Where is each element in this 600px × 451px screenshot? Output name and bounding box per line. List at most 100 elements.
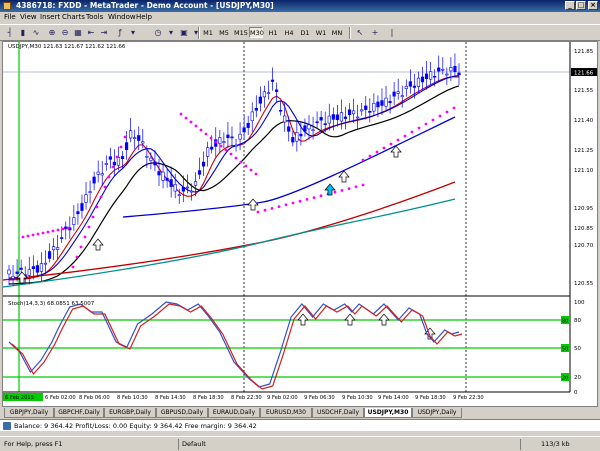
time-label: 9 Feb 02:00: [267, 395, 298, 401]
tab-euraud-daily[interactable]: EURAUD,Daily: [208, 408, 260, 418]
maximize-icon[interactable]: □: [576, 1, 586, 10]
parabolic-sar-dot: [305, 198, 309, 201]
vertical-line-icon[interactable]: |: [386, 27, 398, 38]
candle-body: [347, 109, 352, 116]
tab-usdjpy-m30[interactable]: USDJPY,M30: [364, 408, 412, 418]
minimize-icon[interactable]: _: [565, 1, 575, 10]
crosshair-icon[interactable]: +: [369, 27, 381, 38]
menu-insert[interactable]: Insert: [40, 13, 60, 21]
candle-body: [360, 109, 364, 112]
tab-gbpusd-daily[interactable]: GBPUSD,Daily: [156, 408, 208, 418]
candle-body: [238, 133, 242, 140]
menu-tools[interactable]: Tools: [86, 13, 103, 21]
menu-charts[interactable]: Charts: [62, 13, 85, 21]
stochastic-scale-label: 20: [574, 375, 581, 381]
timeframe-mn[interactable]: MN: [330, 27, 344, 38]
menu-file[interactable]: File: [4, 13, 16, 21]
templates-icon[interactable]: ▣: [178, 27, 190, 38]
tab-eurusd-m30[interactable]: EURUSD,M30: [260, 408, 312, 418]
ma-teal-line: [3, 198, 456, 288]
candle-body: [161, 171, 165, 181]
periods-dropdown-icon[interactable]: ▾: [165, 27, 177, 38]
parabolic-sar-dot: [71, 265, 75, 269]
candle-body: [218, 137, 222, 144]
candle-body: [335, 114, 339, 121]
autoscroll-icon[interactable]: ⇥: [98, 27, 110, 38]
parabolic-sar-dot: [224, 148, 228, 152]
chart-shift-icon[interactable]: ⇤: [85, 27, 97, 38]
menu-view[interactable]: View: [20, 13, 37, 21]
tab-usdjpy-daily[interactable]: USDJPY,Daily: [412, 408, 462, 418]
parabolic-sar-dot: [21, 235, 25, 239]
candle-body: [88, 191, 92, 193]
timeframe-m30[interactable]: M30: [249, 27, 264, 38]
chart-window[interactable]: 121.85 121.55 121.40 121.25 121.10 120.95 120.…: [2, 41, 598, 407]
line-chart-icon[interactable]: ∿: [30, 27, 42, 38]
candle-body: [299, 133, 303, 137]
account-icon: [3, 422, 11, 430]
tab-usdchf-daily[interactable]: USDCHF,Daily: [312, 408, 364, 418]
time-label: 6 Feb 2015: [5, 395, 34, 401]
timeframe-w1[interactable]: W1: [314, 27, 328, 38]
parabolic-sar-dot: [95, 205, 99, 209]
account-summary: Balance: 9 364.42 Profit/Loss: 0.00 Equi…: [14, 422, 257, 430]
candle-body: [287, 126, 291, 132]
price-chart[interactable]: 121.85 121.55 121.40 121.25 121.10 120.95 120.…: [3, 42, 597, 406]
periods-icon[interactable]: ◷: [152, 27, 164, 38]
candle-body: [169, 179, 173, 187]
bar-chart-icon[interactable]: ┤: [4, 27, 16, 38]
candle-body: [279, 109, 283, 112]
zoom-in-icon[interactable]: ⊕: [46, 27, 58, 38]
candle-body: [339, 112, 344, 122]
tile-windows-icon[interactable]: ▦: [72, 27, 84, 38]
tab-eurgbp-daily[interactable]: EURGBP,Daily: [104, 408, 156, 418]
menu-window[interactable]: Window: [108, 13, 136, 21]
tab-gbpchf-daily[interactable]: GBPCHF,Daily: [54, 408, 104, 418]
status-separator: [178, 439, 179, 450]
price-label: 120.55: [574, 281, 594, 287]
parabolic-sar-dot: [51, 229, 55, 233]
indicators-icon[interactable]: ƒ: [114, 27, 126, 38]
candlestick-icon[interactable]: ▮: [17, 27, 29, 38]
candle-body: [137, 135, 141, 141]
parabolic-sar-dot: [333, 190, 337, 194]
timeframe-h1[interactable]: H1: [266, 27, 280, 38]
candle-body: [80, 203, 84, 211]
stochastic-scale-label: 80: [574, 318, 581, 324]
indicator-dropdown-icon[interactable]: ▾: [127, 27, 139, 38]
candle-body: [165, 177, 169, 181]
cursor-icon[interactable]: ↖: [354, 27, 366, 38]
timeframe-m15[interactable]: M15: [233, 27, 248, 38]
parabolic-sar-dot: [79, 245, 83, 249]
time-label: 9 Feb 22:30: [453, 395, 484, 401]
status-bar: For Help, press F1 Default 113/3 kb: [0, 436, 600, 451]
parabolic-sar-dot: [291, 201, 295, 205]
time-label: 9 Feb 18:30: [415, 395, 446, 401]
close-icon[interactable]: ×: [588, 1, 598, 10]
menu-help[interactable]: Help: [136, 13, 152, 21]
candle-body: [193, 181, 198, 186]
candle-body: [315, 121, 319, 124]
timeframe-m5[interactable]: M5: [217, 27, 231, 38]
price-label: 121.55: [574, 88, 594, 94]
parabolic-sar-dot: [382, 146, 386, 150]
timeframe-m1[interactable]: M1: [201, 27, 215, 38]
candle-body: [420, 76, 425, 83]
parabolic-sar-dot: [347, 187, 351, 191]
tab-gbpjpy-daily[interactable]: GBPJPY,Daily: [4, 408, 54, 418]
candle-body: [433, 75, 437, 78]
parabolic-sar-dot: [36, 232, 40, 236]
candle-body: [303, 125, 307, 132]
metatrader-app-icon: [3, 2, 11, 10]
timeframe-h4[interactable]: H4: [282, 27, 296, 38]
price-label: 121.25: [574, 148, 594, 154]
candle-body: [201, 161, 206, 167]
candle-body: [157, 171, 161, 176]
timeframe-d1[interactable]: D1: [298, 27, 312, 38]
buy-arrow-icon: [247, 198, 259, 211]
parabolic-sar-dot: [219, 144, 223, 148]
zoom-out-icon[interactable]: ⊖: [59, 27, 71, 38]
candle-body: [396, 91, 400, 94]
candle-body: [323, 123, 327, 125]
parabolic-sar-dot: [91, 215, 95, 219]
